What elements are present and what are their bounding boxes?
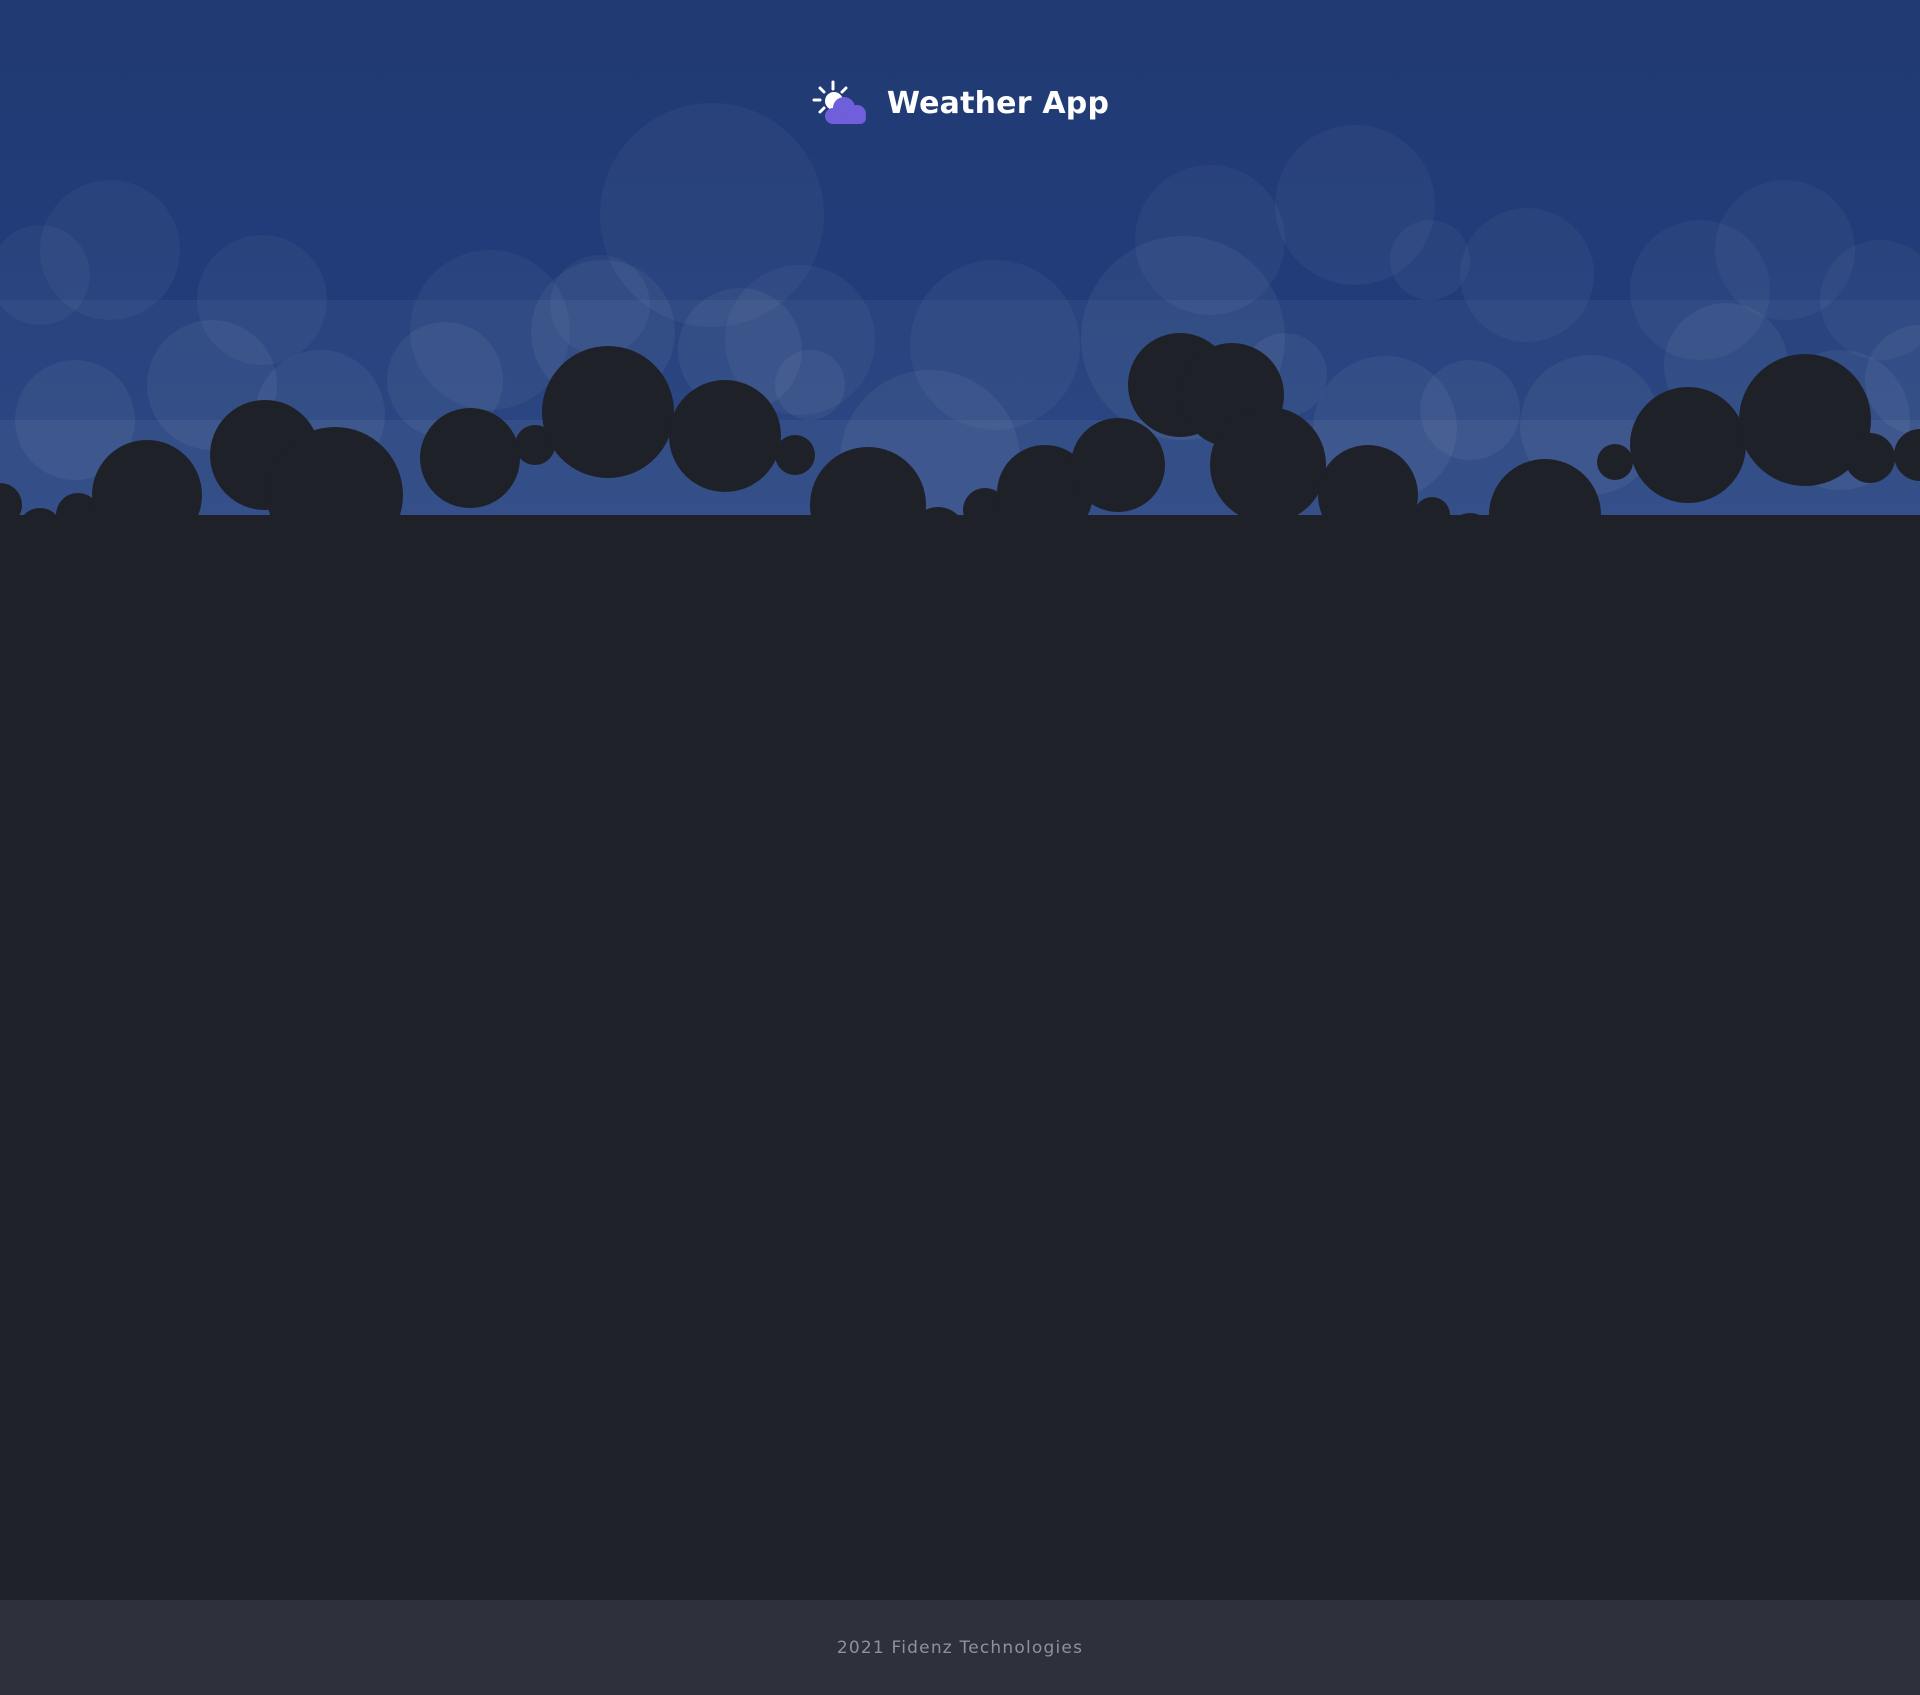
footer-copyright: 2021 Fidenz Technologies: [836, 1637, 1084, 1658]
footer: 2021 Fidenz Technologies: [0, 1600, 1920, 1695]
weather-app-page: Weather App 2021 Fidenz Technologies: [0, 0, 1920, 1695]
main-content: [0, 560, 1920, 1600]
app-header: Weather App: [0, 78, 1920, 128]
cloud-banner: Weather App: [0, 0, 1920, 560]
brand[interactable]: Weather App: [811, 78, 1109, 128]
sun-behind-cloud-icon: [812, 80, 866, 124]
app-title: Weather App: [886, 85, 1110, 121]
